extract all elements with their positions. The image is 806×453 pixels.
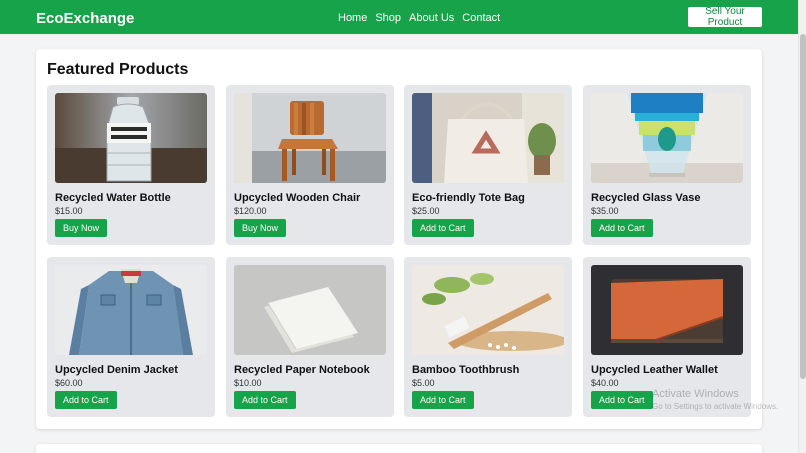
- product-name[interactable]: Recycled Glass Vase: [591, 192, 700, 204]
- nav-link-home[interactable]: Home: [338, 12, 367, 24]
- sell-product-button[interactable]: Sell Your Product: [688, 6, 762, 28]
- watermark-title: Activate Windows: [652, 388, 739, 400]
- section-title: Featured Products: [47, 61, 189, 78]
- product-price: $5.00: [412, 378, 435, 388]
- add-to-cart-button[interactable]: Add to Cart: [591, 391, 653, 409]
- product-card: Upcycled Wooden Chair $120.00 Buy Now: [226, 85, 394, 245]
- nav-link-about[interactable]: About Us: [409, 12, 454, 24]
- water-bottle-icon[interactable]: [55, 93, 207, 183]
- add-to-cart-button[interactable]: Add to Cart: [234, 391, 296, 409]
- product-name[interactable]: Recycled Paper Notebook: [234, 364, 370, 376]
- denim-jacket-icon[interactable]: [55, 265, 207, 355]
- add-to-cart-button[interactable]: Add to Cart: [55, 391, 117, 409]
- wallet-icon[interactable]: [591, 265, 743, 355]
- product-card: Upcycled Denim Jacket $60.00 Add to Cart: [47, 257, 215, 417]
- featured-products-panel: Featured Products Recycled Water Bottle …: [36, 49, 762, 429]
- product-price: $25.00: [412, 206, 440, 216]
- product-card: Recycled Water Bottle $15.00 Buy Now: [47, 85, 215, 245]
- add-to-cart-button[interactable]: Add to Cart: [412, 219, 474, 237]
- product-name[interactable]: Upcycled Denim Jacket: [55, 364, 178, 376]
- product-card: Bamboo Toothbrush $5.00 Add to Cart: [404, 257, 572, 417]
- next-section-panel: [36, 444, 762, 453]
- brand-logo[interactable]: EcoExchange: [36, 10, 134, 27]
- toothbrush-icon[interactable]: [412, 265, 564, 355]
- product-price: $15.00: [55, 206, 83, 216]
- nav-link-shop[interactable]: Shop: [375, 12, 401, 24]
- vertical-scrollbar[interactable]: [798, 0, 806, 453]
- product-name[interactable]: Upcycled Wooden Chair: [234, 192, 360, 204]
- product-name[interactable]: Bamboo Toothbrush: [412, 364, 519, 376]
- buy-now-button[interactable]: Buy Now: [55, 219, 108, 237]
- buy-now-button[interactable]: Buy Now: [234, 219, 287, 237]
- notebook-icon[interactable]: [234, 265, 386, 355]
- product-card: Recycled Paper Notebook $10.00 Add to Ca…: [226, 257, 394, 417]
- wooden-chair-icon[interactable]: [234, 93, 386, 183]
- product-name[interactable]: Recycled Water Bottle: [55, 192, 171, 204]
- product-name[interactable]: Upcycled Leather Wallet: [591, 364, 718, 376]
- glass-vase-icon[interactable]: [591, 93, 743, 183]
- product-card: Eco-friendly Tote Bag $25.00 Add to Cart: [404, 85, 572, 245]
- windows-activation-watermark: Activate Windows Go to Settings to activ…: [652, 388, 778, 411]
- product-name[interactable]: Eco-friendly Tote Bag: [412, 192, 525, 204]
- product-price: $35.00: [591, 206, 619, 216]
- tote-bag-icon[interactable]: [412, 93, 564, 183]
- navbar: EcoExchange Home Shop About Us Contact S…: [0, 0, 798, 34]
- scrollbar-thumb[interactable]: [800, 34, 806, 379]
- nav-link-contact[interactable]: Contact: [462, 12, 500, 24]
- add-to-cart-button[interactable]: Add to Cart: [412, 391, 474, 409]
- product-price: $60.00: [55, 378, 83, 388]
- nav-links: Home Shop About Us Contact: [338, 12, 500, 24]
- product-card: Recycled Glass Vase $35.00 Add to Cart: [583, 85, 751, 245]
- watermark-subtitle: Go to Settings to activate Windows.: [652, 402, 779, 411]
- product-price: $120.00: [234, 206, 267, 216]
- product-price: $10.00: [234, 378, 262, 388]
- add-to-cart-button[interactable]: Add to Cart: [591, 219, 653, 237]
- product-price: $40.00: [591, 378, 619, 388]
